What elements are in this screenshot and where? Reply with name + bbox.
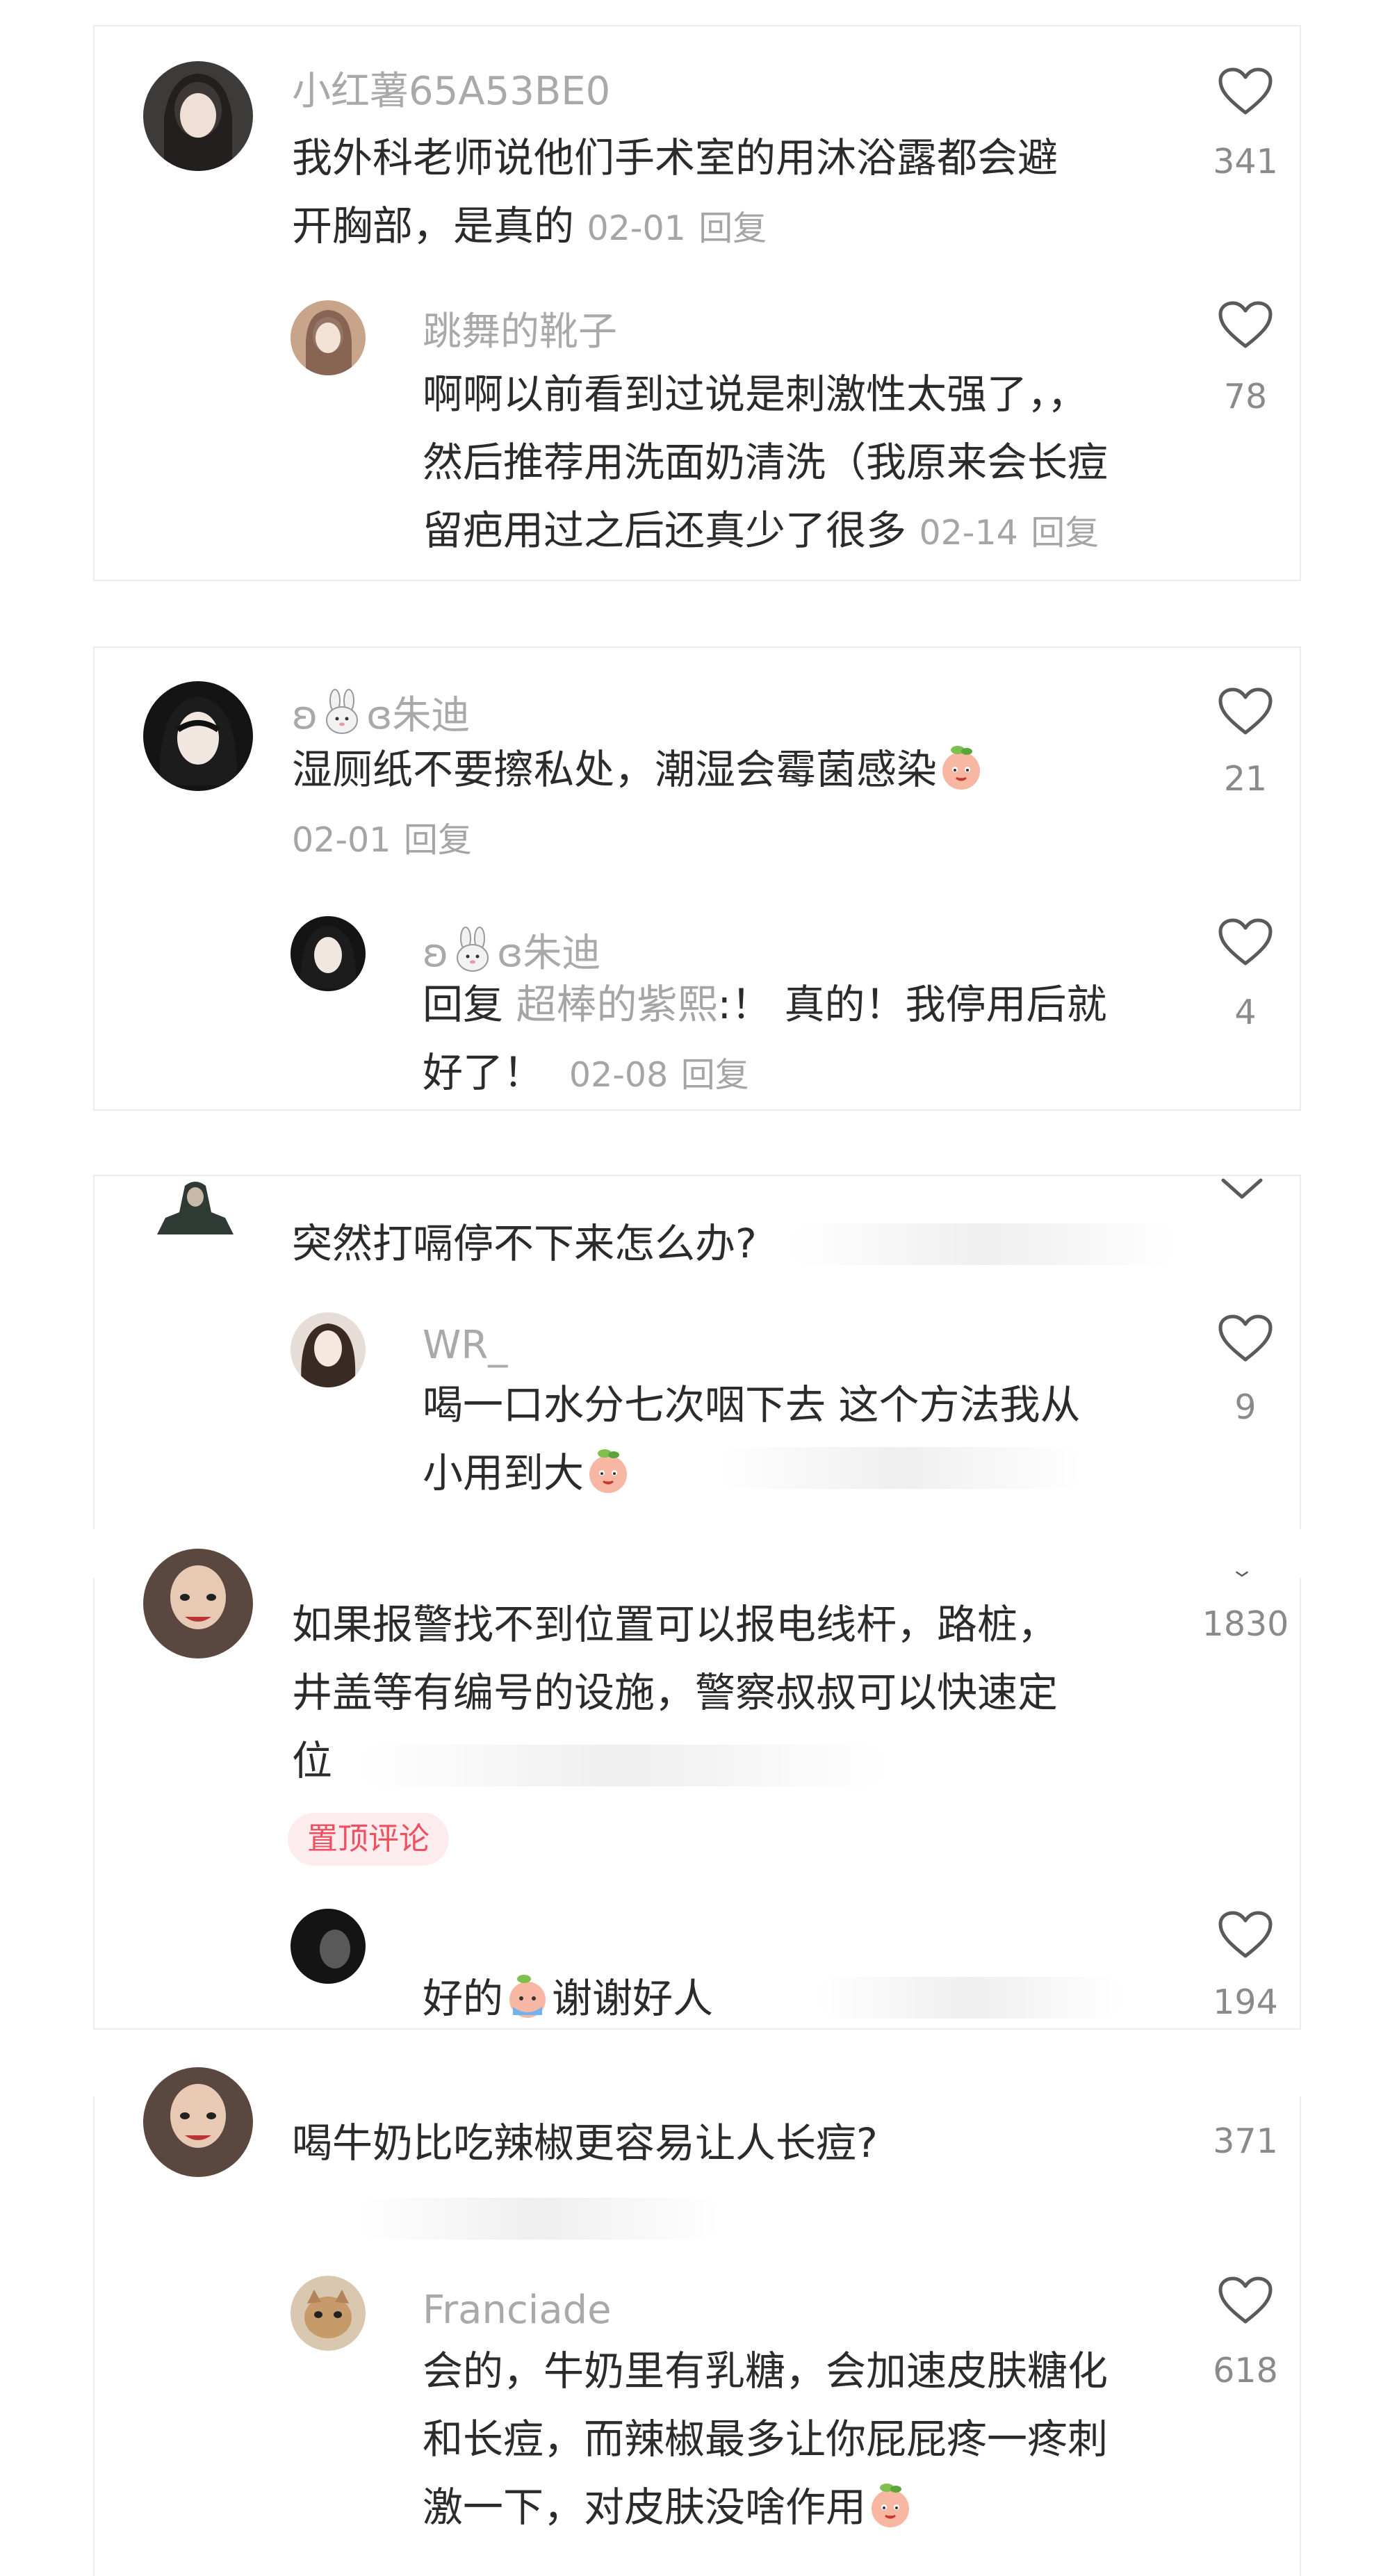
avatar[interactable]	[143, 1176, 247, 1243]
like-count: 9	[1234, 1387, 1257, 1427]
heart-icon[interactable]	[1218, 67, 1273, 117]
blurred-text	[720, 1447, 1081, 1489]
avatar[interactable]	[143, 2067, 253, 2177]
comment-text: 我外科老师说他们手术室的用沐浴露都会避 开胸部，是真的 02-01 回复	[292, 134, 1058, 250]
comment-text: 突然打嗝停不下来怎么办?	[292, 1220, 757, 1267]
reply-text: 回复 超棒的紫熙:！ 真的！我停用后就 好了！ 02-08 回复	[423, 981, 1107, 1096]
like-count: 78	[1223, 377, 1268, 416]
chevron-down-icon[interactable]	[1218, 1176, 1266, 1204]
like-count: 194	[1213, 1982, 1278, 2022]
heart-icon[interactable]	[1218, 1910, 1273, 1960]
comment-text: 湿厕纸不要擦私处，潮湿会霉菌感染 02-01 回复	[292, 735, 986, 874]
pinned-comment-badge: 置顶评论	[288, 1813, 449, 1866]
heart-icon[interactable]	[1218, 1314, 1273, 1364]
comment-card-2: ʚ ɞ朱迪 湿厕纸不要擦私处，潮湿会霉菌感染 02-01 回复 21 ʚ ɞ朱迪 回…	[93, 646, 1301, 1111]
reply-text: 会的，牛奶里有乳糖，会加速皮肤糖化 和长痘，而辣椒最多让你屁屁疼一疼刺 激一下，…	[423, 2347, 1109, 2531]
chevron-down-icon[interactable]	[1218, 1571, 1266, 1585]
reply-text: 好的 谢谢好人	[423, 1964, 713, 2032]
blurred-text	[790, 1223, 1179, 1265]
heart-icon[interactable]	[1218, 2276, 1273, 2326]
avatar[interactable]	[291, 1909, 366, 1984]
avatar[interactable]	[143, 61, 253, 171]
heart-icon[interactable]	[1218, 300, 1273, 350]
reply-text: 啊啊以前看到过说是刺激性太强了，， 然后推荐用洗面奶清洗（我原来会长痘 留疤用过…	[423, 370, 1109, 554]
avatar[interactable]	[291, 300, 366, 375]
avatar[interactable]	[291, 1312, 366, 1387]
reply-link[interactable]: 回复	[1031, 513, 1099, 553]
reply-link[interactable]: 回复	[681, 1055, 749, 1095]
comment-date: 02-01	[292, 820, 391, 860]
like-count: 618	[1213, 2351, 1278, 2390]
crying-emoji	[503, 1972, 552, 2021]
bunny-emoji	[448, 926, 497, 975]
like-count: 21	[1223, 759, 1268, 799]
comment-username[interactable]: ʚ ɞ朱迪	[292, 688, 470, 737]
comment-card-4: 1830 如果报警找不到位置可以报电线杆，路桩， 井盖等有编号的设施，警察叔叔可…	[93, 1549, 1301, 2032]
reply-link[interactable]: 回复	[698, 209, 767, 248]
comment-card-5: 371 喝牛奶比吃辣椒更容易让人长痘? Franciade 会的，牛奶里有乳糖，…	[93, 2067, 1301, 2576]
comment-username[interactable]: 小红薯65A53BE0	[292, 72, 610, 111]
blurred-text	[359, 1745, 887, 1786]
blurred-text	[359, 2198, 720, 2240]
heart-icon[interactable]	[1218, 687, 1273, 737]
comment-date: 02-01	[587, 209, 686, 248]
peach-emoji	[866, 2481, 915, 2529]
like-count: 341	[1213, 142, 1278, 181]
peach-emoji	[937, 743, 986, 792]
peach-emoji	[584, 1446, 632, 1495]
avatar[interactable]	[291, 916, 366, 991]
avatar[interactable]	[291, 2276, 366, 2351]
blurred-text	[817, 1977, 1123, 2019]
reply-username[interactable]: Franciade	[423, 2291, 612, 2330]
reply-date: 02-14	[919, 513, 1018, 553]
reply-username[interactable]: ʚ ɞ朱迪	[423, 926, 600, 975]
reply-link[interactable]: 回复	[404, 820, 472, 860]
mention-link[interactable]: 超棒的紫熙	[516, 981, 717, 1028]
bunny-emoji	[318, 688, 366, 737]
avatar[interactable]	[143, 681, 253, 791]
comment-card-1: 小红薯65A53BE0 我外科老师说他们手术室的用沐浴露都会避 开胸部，是真的 …	[93, 25, 1301, 581]
like-count: 371	[1213, 2121, 1278, 2161]
reply-username[interactable]: WR_	[423, 1326, 507, 1365]
reply-username[interactable]: 跳舞的靴子	[423, 313, 617, 352]
like-count: 1830	[1202, 1604, 1289, 1644]
avatar[interactable]	[143, 1549, 253, 1658]
like-count: 4	[1234, 993, 1257, 1032]
heart-icon[interactable]	[1218, 918, 1273, 968]
comment-text: 喝牛奶比吃辣椒更容易让人长痘?	[292, 2119, 878, 2167]
comment-card-3: 突然打嗝停不下来怎么办? WR_ 喝一口水分七次咽下去 这个方法我从 小用到大 …	[93, 1175, 1301, 1529]
reply-date: 02-08	[569, 1055, 669, 1095]
